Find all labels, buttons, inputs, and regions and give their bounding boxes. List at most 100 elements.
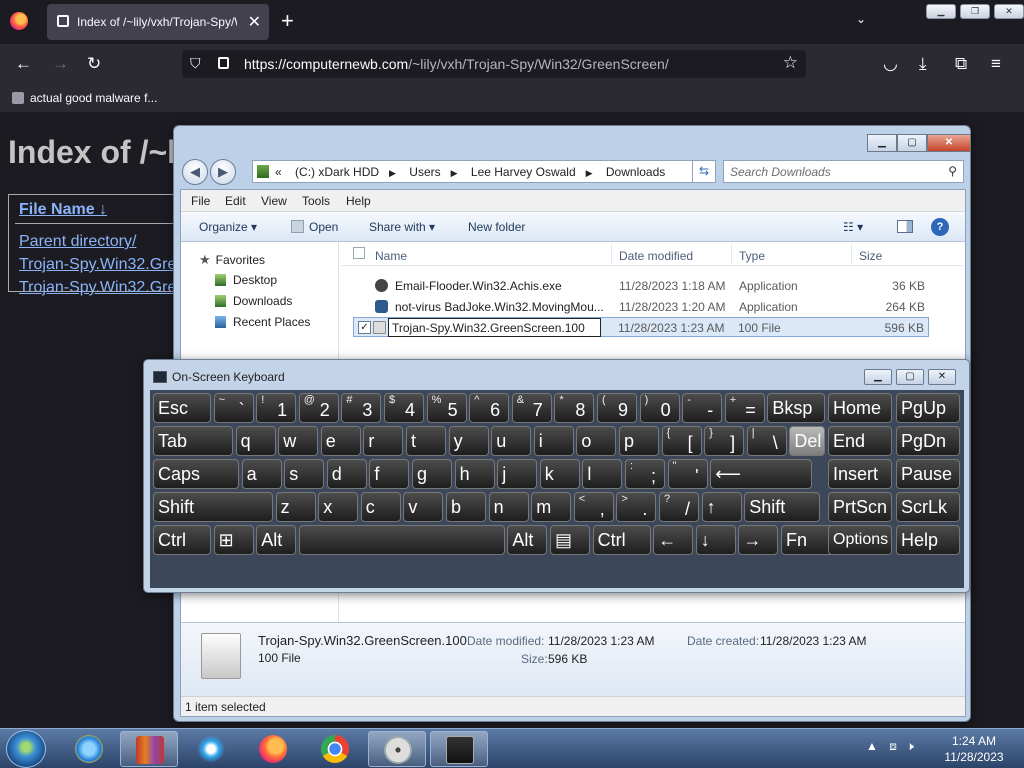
key-symbol[interactable]: @2	[298, 393, 339, 423]
file-name-column-header[interactable]: File Name ↓	[19, 201, 107, 219]
key-prtscn[interactable]: PrtScn	[828, 492, 892, 522]
key-symbol[interactable]: ↑	[701, 492, 742, 522]
key-u[interactable]: u	[491, 426, 532, 456]
taskbar-archive[interactable]	[120, 731, 178, 767]
taskbar-on-screen-keyboard[interactable]	[430, 731, 488, 767]
key-b[interactable]: b	[446, 492, 486, 522]
file-link[interactable]: Trojan-Spy.Win32.GreenScreen	[19, 256, 179, 274]
key-symbol[interactable]: #3	[341, 393, 382, 423]
minimize-icon[interactable]: ▁	[867, 134, 897, 152]
key-end[interactable]: End	[828, 426, 892, 456]
column-type[interactable]: Type	[739, 249, 765, 263]
column-divider[interactable]	[851, 244, 852, 264]
key-caps[interactable]: Caps	[153, 459, 239, 489]
clock[interactable]: 1:24 AM 11/28/2023	[934, 733, 1014, 765]
minimize-icon[interactable]: ▁	[864, 369, 892, 385]
taskbar-firefox[interactable]	[244, 731, 302, 767]
key-symbol[interactable]: ) 0	[639, 393, 680, 423]
maximize-icon[interactable]: ▢	[897, 134, 927, 152]
key-x[interactable]: x	[318, 492, 359, 522]
taskbar-itunes[interactable]	[182, 731, 240, 767]
column-divider[interactable]	[731, 244, 732, 264]
download-icon[interactable]: ⤓	[919, 54, 927, 74]
key-i[interactable]: i	[533, 426, 574, 456]
key-symbol[interactable]: ▤	[550, 525, 590, 555]
key-q[interactable]: q	[235, 426, 276, 456]
chevron-right-icon[interactable]: ▶	[389, 168, 396, 178]
forward-arrow-icon[interactable]: →	[52, 54, 69, 74]
key-tab[interactable]: Tab	[153, 426, 233, 456]
breadcrumb-user[interactable]: Lee Harvey Oswald	[471, 165, 576, 179]
open-button[interactable]: Open	[291, 220, 338, 234]
key-p[interactable]: p	[619, 426, 659, 456]
close-icon[interactable]: ✕	[928, 369, 956, 385]
key-h[interactable]: h	[454, 459, 495, 489]
chevron-right-icon[interactable]: ▶	[586, 168, 593, 178]
key-symbol[interactable]: ? /	[659, 492, 699, 522]
key-symbol[interactable]: " '	[667, 459, 708, 489]
close-icon[interactable]: ✕	[927, 134, 971, 152]
key-help[interactable]: Help	[896, 525, 960, 555]
parent-directory-link[interactable]: Parent directory/	[19, 233, 179, 251]
key-symbol[interactable]: {[	[661, 426, 702, 456]
close-tab-icon[interactable]: ✕	[248, 12, 261, 32]
start-button-icon[interactable]	[6, 730, 46, 768]
key-w[interactable]: w	[278, 426, 319, 456]
key-symbol[interactable]: <,	[573, 492, 614, 522]
key-symbol[interactable]: ↓	[695, 525, 736, 555]
file-link[interactable]: Trojan-Spy.Win32.GreenScreen	[19, 279, 184, 297]
back-button[interactable]: ◀	[182, 159, 208, 185]
breadcrumb-downloads[interactable]: Downloads	[606, 165, 665, 179]
menu-file[interactable]: File	[191, 194, 210, 208]
minimize-icon[interactable]: ▁	[926, 4, 956, 19]
key-n[interactable]: n	[488, 492, 529, 522]
nav-favorites[interactable]: ★ Favorites	[199, 252, 265, 268]
breadcrumb-drive[interactable]: (C:) xDark HDD	[295, 165, 379, 179]
key-c[interactable]: c	[360, 492, 401, 522]
key-j[interactable]: j	[497, 459, 538, 489]
key-symbol[interactable]: (9	[597, 393, 637, 423]
search-input[interactable]: Search Downloads ⚲	[723, 160, 964, 183]
key-scrlk[interactable]: ScrLk	[896, 492, 960, 522]
key-a[interactable]: a	[241, 459, 282, 489]
browser-tab[interactable]: Index of /~lily/vxh/Trojan-Spy/W ✕	[47, 4, 269, 40]
row-checkbox[interactable]: ✓	[358, 321, 371, 334]
key-del[interactable]: Del	[789, 426, 826, 456]
help-icon[interactable]: ?	[931, 218, 949, 236]
column-size[interactable]: Size	[859, 249, 882, 263]
key-symbol[interactable]: + =	[724, 393, 765, 423]
key-space[interactable]	[298, 525, 505, 555]
key-symbol[interactable]: :;	[625, 459, 665, 489]
key-symbol[interactable]: * 8	[554, 393, 595, 423]
url-bar[interactable]: ⛉ https://computernewb.com/~lily/vxh/Tro…	[182, 50, 806, 78]
key-symbol[interactable]: --	[682, 393, 723, 423]
select-all-checkbox[interactable]	[353, 247, 365, 259]
key-options[interactable]: Options	[828, 525, 892, 555]
key-ctrl[interactable]: Ctrl	[592, 525, 651, 555]
column-divider[interactable]	[611, 244, 612, 264]
nav-item-downloads[interactable]: Downloads	[215, 294, 292, 308]
key-symbol[interactable]: ←	[653, 525, 694, 555]
key-symbol[interactable]: ^ 6	[469, 393, 510, 423]
key-k[interactable]: k	[539, 459, 580, 489]
maximize-icon[interactable]: ▢	[896, 369, 924, 385]
key-symbol[interactable]: ! 1	[256, 393, 297, 423]
key-d[interactable]: d	[326, 459, 367, 489]
taskbar-chrome[interactable]	[306, 731, 364, 767]
shield-icon[interactable]: ⛉	[190, 55, 201, 72]
key-m[interactable]: m	[531, 492, 572, 522]
key-o[interactable]: o	[576, 426, 617, 456]
pocket-icon[interactable]: ◡	[883, 54, 898, 74]
share-with-button[interactable]: Share with ▾	[369, 220, 435, 234]
key-g[interactable]: g	[412, 459, 452, 489]
show-hidden-icons-icon[interactable]: ▲	[866, 739, 878, 753]
key-insert[interactable]: Insert	[828, 459, 892, 489]
taskbar-media[interactable]	[368, 731, 426, 767]
chevron-right-icon[interactable]: ▶	[451, 168, 458, 178]
nav-item-recent-places[interactable]: Recent Places	[215, 315, 310, 329]
key-ctrl[interactable]: Ctrl	[153, 525, 211, 555]
close-icon[interactable]: ✕	[994, 4, 1024, 19]
key-symbol[interactable]: }]	[704, 426, 745, 456]
key-t[interactable]: t	[406, 426, 446, 456]
key-pgup[interactable]: PgUp	[896, 393, 960, 423]
